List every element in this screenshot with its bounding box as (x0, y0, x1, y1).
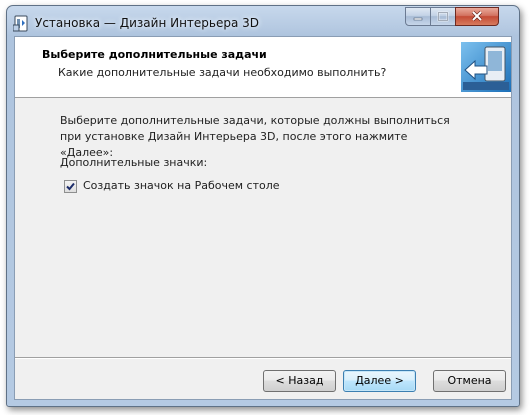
installer-app-icon (12, 15, 30, 32)
title-bar[interactable]: Установка — Дизайн Интерьера 3D (7, 6, 519, 36)
page-title: Выберите дополнительные задачи (42, 48, 267, 61)
wizard-header: Выберите дополнительные задачи Какие доп… (15, 37, 511, 98)
page-subtitle: Какие дополнительные задачи необходимо в… (58, 66, 387, 79)
maximize-button[interactable] (430, 7, 456, 26)
close-button[interactable] (455, 7, 499, 26)
back-button[interactable]: < Назад (263, 370, 336, 392)
minimize-button[interactable] (405, 7, 431, 26)
desktop-icon-label[interactable]: Создать значок на Рабочем столе (83, 179, 280, 192)
additional-icons-label: Дополнительные значки: (60, 156, 208, 169)
close-icon (471, 10, 483, 22)
checkmark-icon (66, 182, 75, 191)
desktop-icon-checkbox[interactable] (64, 180, 77, 193)
footer-divider (15, 357, 511, 359)
cancel-button[interactable]: Отмена (433, 370, 506, 392)
instructions-text: Выберите дополнительные задачи, которые … (60, 114, 450, 159)
maximize-icon (437, 11, 449, 22)
window-title: Установка — Дизайн Интерьера 3D (35, 16, 260, 30)
install-arrow-icon (461, 42, 511, 92)
installer-window: Установка — Дизайн Интерьера 3D Выберите… (6, 5, 520, 407)
next-button[interactable]: Далее > (343, 370, 416, 392)
minimize-icon (413, 17, 423, 21)
wizard-client-area: Выберите дополнительные задачи Какие доп… (14, 36, 512, 400)
